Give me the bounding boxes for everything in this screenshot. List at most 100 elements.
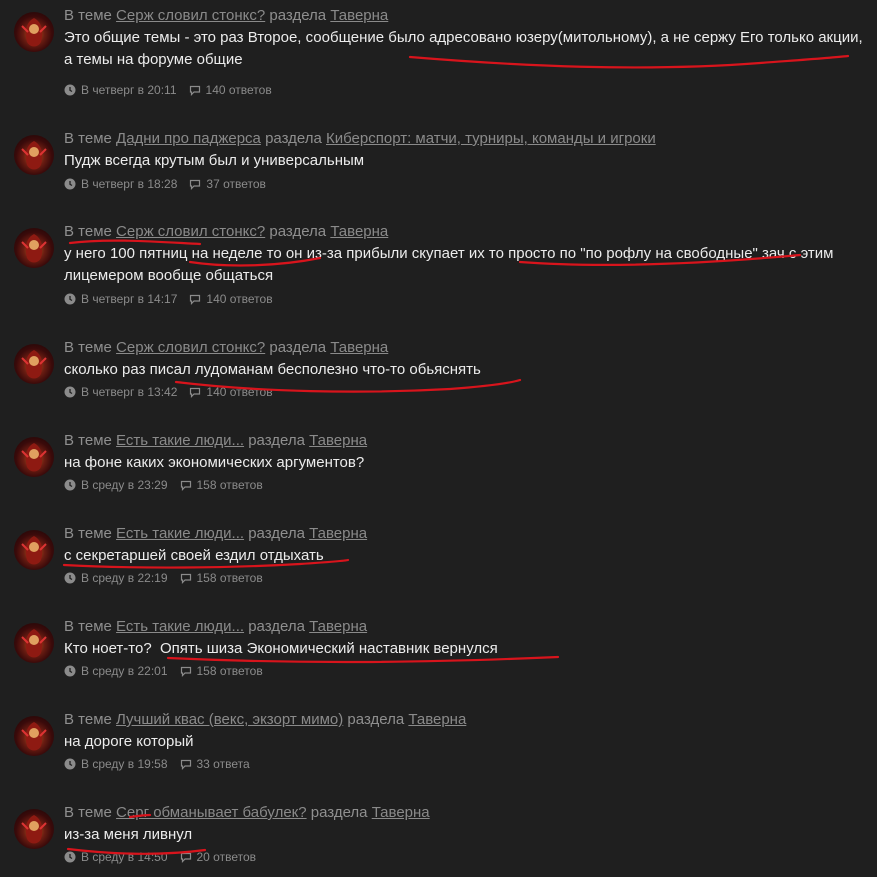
in-topic-label: В теме	[64, 525, 112, 542]
post-meta: В среду в 23:29 158 ответов	[64, 478, 263, 492]
topic-link[interactable]: Лучший квас (векс, экзорт мимо)	[116, 711, 343, 728]
speech-bubble-icon	[189, 293, 201, 305]
post-header: В теме Есть такие люди... раздела Таверн…	[64, 618, 367, 635]
speech-bubble-icon	[180, 665, 192, 677]
post-text: на фоне каких экономических аргументов?	[64, 454, 365, 471]
section-label: раздела	[269, 7, 327, 24]
clock-icon	[64, 758, 76, 770]
section-label: раздела	[248, 432, 305, 449]
topic-link[interactable]: Есть такие люди...	[116, 525, 244, 542]
section-label: раздела	[269, 223, 327, 240]
section-link[interactable]: Киберспорт: матчи, турниры, команды и иг…	[326, 130, 656, 147]
topic-link[interactable]: Серж словил стонкс?	[116, 339, 265, 356]
topic-link[interactable]: Есть такие люди...	[116, 432, 244, 449]
reply-count[interactable]: 20 ответов	[197, 850, 257, 864]
reply-count[interactable]: 37 ответов	[206, 177, 266, 191]
post-header: В теме Серг обманывает бабулек? раздела …	[64, 804, 430, 821]
post-text: Кто ноет-то? Опять шиза Экономический на…	[64, 640, 498, 657]
in-topic-label: В теме	[64, 711, 112, 728]
speech-bubble-icon	[180, 479, 192, 491]
avatar[interactable]	[14, 135, 54, 175]
avatar[interactable]	[14, 809, 54, 849]
post-time[interactable]: В четверг в 18:28	[81, 177, 177, 191]
speech-bubble-icon	[180, 851, 192, 863]
avatar[interactable]	[14, 623, 54, 663]
post-time[interactable]: В четверг в 14:17	[81, 292, 177, 306]
section-label: раздела	[248, 525, 305, 542]
reply-count[interactable]: 158 ответов	[197, 571, 263, 585]
clock-icon	[64, 479, 76, 491]
post-text: Пудж всегда крутым был и универсальным	[64, 152, 365, 169]
post-meta: В среду в 22:19 158 ответов	[64, 571, 263, 585]
reply-count[interactable]: 140 ответов	[206, 292, 272, 306]
section-link[interactable]: Таверна	[309, 618, 367, 635]
avatar[interactable]	[14, 228, 54, 268]
topic-link[interactable]: Дадни про паджерса	[116, 130, 261, 147]
section-label: раздела	[310, 804, 368, 821]
post-meta: В четверг в 18:28 37 ответов	[64, 177, 266, 191]
topic-link[interactable]: Есть такие люди...	[116, 618, 244, 635]
post-meta: В четверг в 20:11 140 ответов	[64, 83, 272, 97]
section-link[interactable]: Таверна	[330, 223, 388, 240]
clock-icon	[64, 851, 76, 863]
post-time[interactable]: В среду в 22:19	[81, 571, 168, 585]
avatar[interactable]	[14, 716, 54, 756]
post-header: В теме Есть такие люди... раздела Таверн…	[64, 525, 367, 542]
reply-count[interactable]: 140 ответов	[206, 385, 272, 399]
section-link[interactable]: Таверна	[330, 339, 388, 356]
post-header: В теме Дадни про паджерса раздела Киберс…	[64, 130, 656, 147]
post-meta: В среду в 19:58 33 ответа	[64, 757, 250, 771]
reply-count[interactable]: 140 ответов	[206, 83, 272, 97]
in-topic-label: В теме	[64, 7, 112, 24]
post-meta: В четверг в 14:17 140 ответов	[64, 292, 273, 306]
section-link[interactable]: Таверна	[309, 432, 367, 449]
avatar[interactable]	[14, 12, 54, 52]
post-text: сколько раз писал лудоманам бесполезно ч…	[64, 361, 481, 378]
in-topic-label: В теме	[64, 339, 112, 356]
speech-bubble-icon	[189, 386, 201, 398]
section-label: раздела	[347, 711, 405, 728]
post-time[interactable]: В среду в 22:01	[81, 664, 168, 678]
clock-icon	[64, 178, 76, 190]
speech-bubble-icon	[189, 84, 201, 96]
topic-link[interactable]: Серг обманывает бабулек?	[116, 804, 307, 821]
in-topic-label: В теме	[64, 223, 112, 240]
post-time[interactable]: В четверг в 13:42	[81, 385, 177, 399]
speech-bubble-icon	[180, 758, 192, 770]
post-time[interactable]: В среду в 23:29	[81, 478, 168, 492]
post-header: В теме Серж словил стонкс? раздела Тавер…	[64, 7, 388, 24]
reply-count[interactable]: 33 ответа	[197, 757, 250, 771]
post-header: В теме Серж словил стонкс? раздела Тавер…	[64, 339, 388, 356]
post-meta: В четверг в 13:42 140 ответов	[64, 385, 273, 399]
avatar[interactable]	[14, 530, 54, 570]
reply-count[interactable]: 158 ответов	[197, 478, 263, 492]
topic-link[interactable]: Серж словил стонкс?	[116, 7, 265, 24]
post-header: В теме Серж словил стонкс? раздела Тавер…	[64, 223, 388, 240]
in-topic-label: В теме	[64, 130, 112, 147]
section-label: раздела	[248, 618, 305, 635]
section-link[interactable]: Таверна	[372, 804, 430, 821]
post-text: с секретаршей своей ездил отдыхать	[64, 547, 324, 564]
section-link[interactable]: Таверна	[309, 525, 367, 542]
post-time[interactable]: В четверг в 20:11	[81, 83, 177, 97]
post-text: из-за меня ливнул	[64, 826, 193, 843]
post-header: В теме Лучший квас (векс, экзорт мимо) р…	[64, 711, 466, 728]
post-meta: В среду в 14:50 20 ответов	[64, 850, 256, 864]
avatar[interactable]	[14, 344, 54, 384]
section-label: раздела	[265, 130, 322, 147]
in-topic-label: В теме	[64, 432, 112, 449]
post-meta: В среду в 22:01 158 ответов	[64, 664, 263, 678]
clock-icon	[64, 84, 76, 96]
post-time[interactable]: В среду в 19:58	[81, 757, 168, 771]
speech-bubble-icon	[180, 572, 192, 584]
topic-link[interactable]: Серж словил стонкс?	[116, 223, 265, 240]
avatar[interactable]	[14, 437, 54, 477]
section-link[interactable]: Таверна	[408, 711, 466, 728]
clock-icon	[64, 665, 76, 677]
post-time[interactable]: В среду в 14:50	[81, 850, 168, 864]
clock-icon	[64, 386, 76, 398]
post-text: у него 100 пятниц на неделе то он из-за …	[64, 245, 834, 284]
post-header: В теме Есть такие люди... раздела Таверн…	[64, 432, 367, 449]
section-link[interactable]: Таверна	[330, 7, 388, 24]
reply-count[interactable]: 158 ответов	[197, 664, 263, 678]
